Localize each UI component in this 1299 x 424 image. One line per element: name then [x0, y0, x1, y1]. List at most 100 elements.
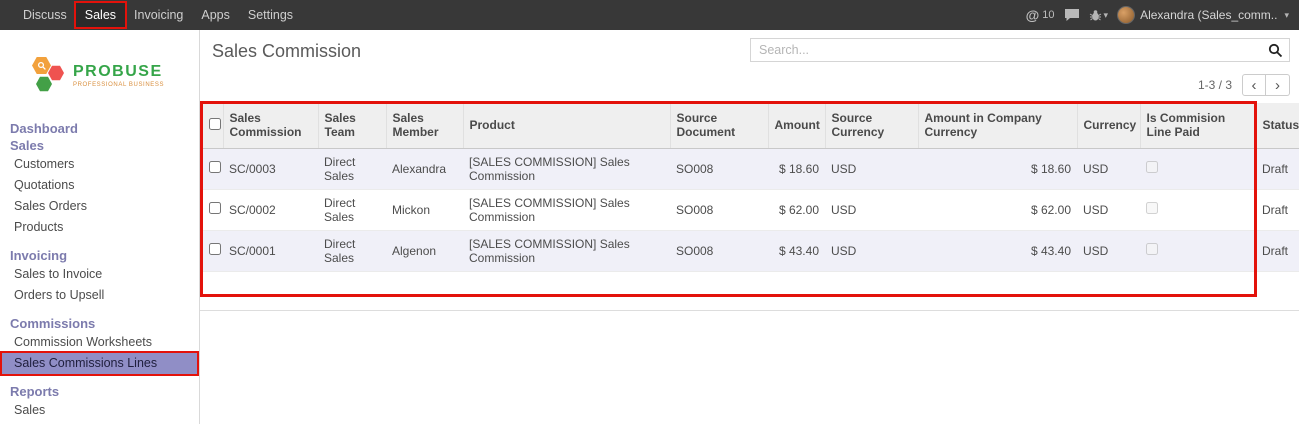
paid-checkbox [1146, 243, 1158, 255]
cell-source-currency: USD [825, 189, 918, 230]
sidebar-item-quotations[interactable]: Quotations [0, 175, 199, 196]
row-select-checkbox[interactable] [209, 202, 221, 214]
cell-team: Direct Sales [318, 189, 386, 230]
cell-currency: USD [1077, 230, 1140, 271]
app-window: Discuss Sales Invoicing Apps Settings @ … [0, 0, 1299, 424]
cell-member: Mickon [386, 189, 463, 230]
caret-down-icon: ▾ [1104, 10, 1109, 21]
mention-count: 10 [1042, 9, 1054, 21]
menu-sales[interactable]: Sales [76, 3, 125, 27]
topbar-right: @ 10 ▾ Alexandra (Sales_comm.. ▾ [1026, 6, 1299, 24]
main-content: Sales Commission 1-3 / 3 ‹ › [200, 30, 1299, 424]
brand-logo: PROBUSE PROFESSIONAL BUSINESS [0, 30, 199, 120]
cell-team: Direct Sales [318, 230, 386, 271]
sidebar-section-commissions[interactable]: Commissions [0, 315, 199, 332]
search-icon[interactable] [1261, 39, 1289, 61]
cell-company-amount: $ 62.00 [918, 189, 1077, 230]
brand-logo-icon [32, 55, 66, 95]
column-header-sales-team[interactable]: Sales Team [318, 103, 386, 148]
chevron-right-icon: › [1275, 77, 1280, 94]
chevron-left-icon: ‹ [1252, 77, 1257, 94]
sidebar-item-sales-to-invoice[interactable]: Sales to Invoice [0, 264, 199, 285]
user-menu[interactable]: Alexandra (Sales_comm.. ▾ [1117, 6, 1289, 24]
mention-counter[interactable]: @ 10 [1026, 7, 1055, 23]
mention-icon: @ [1026, 7, 1040, 23]
sidebar-section-reports[interactable]: Reports [0, 383, 199, 400]
cell-currency: USD [1077, 148, 1140, 189]
column-header-product[interactable]: Product [463, 103, 670, 148]
cell-name: SC/0001 [223, 230, 318, 271]
cell-status: Draft [1256, 148, 1299, 189]
cell-currency: USD [1077, 189, 1140, 230]
table-header-row: Sales Commission Sales Team Sales Member… [203, 103, 1299, 148]
caret-down-icon: ▾ [1284, 10, 1289, 21]
page-title: Sales Commission [212, 41, 361, 62]
cell-source: SO008 [670, 230, 768, 271]
search-input[interactable] [751, 43, 1261, 57]
hexagon-magnifier-icon [32, 56, 51, 75]
menu-discuss[interactable]: Discuss [14, 0, 76, 30]
table-row[interactable]: SC/0002 Direct Sales Mickon [SALES COMMI… [203, 189, 1299, 230]
menu-invoicing[interactable]: Invoicing [125, 0, 192, 30]
column-header-amount[interactable]: Amount [768, 103, 825, 148]
user-name: Alexandra (Sales_comm.. [1140, 8, 1277, 22]
column-header-sales-member[interactable]: Sales Member [386, 103, 463, 148]
topbar: Discuss Sales Invoicing Apps Settings @ … [0, 0, 1299, 30]
cell-product: [SALES COMMISSION] Sales Commission [463, 148, 670, 189]
column-header-source-currency[interactable]: Source Currency [825, 103, 918, 148]
commission-list: Sales Commission Sales Team Sales Member… [203, 103, 1299, 272]
sidebar-section-invoicing[interactable]: Invoicing [0, 247, 199, 264]
cell-status: Draft [1256, 230, 1299, 271]
sidebar: PROBUSE PROFESSIONAL BUSINESS Dashboard … [0, 30, 200, 424]
pager-buttons: ‹ › [1242, 74, 1290, 96]
column-header-sales-commission[interactable]: Sales Commission [223, 103, 318, 148]
cell-amount: $ 43.40 [768, 230, 825, 271]
sidebar-item-commission-worksheets[interactable]: Commission Worksheets [0, 332, 199, 353]
pager-next-button[interactable]: › [1266, 74, 1290, 96]
sidebar-section-dashboard[interactable]: Dashboard [0, 120, 199, 137]
cell-name: SC/0003 [223, 148, 318, 189]
cell-source: SO008 [670, 148, 768, 189]
brand-name: PROBUSE [73, 63, 164, 81]
pager-prev-button[interactable]: ‹ [1242, 74, 1266, 96]
cell-source-currency: USD [825, 148, 918, 189]
debug-icon[interactable]: ▾ [1089, 9, 1109, 22]
messages-icon[interactable] [1064, 8, 1080, 22]
cell-team: Direct Sales [318, 148, 386, 189]
sidebar-item-customers[interactable]: Customers [0, 154, 199, 175]
column-header-status[interactable]: Status [1256, 103, 1299, 148]
cell-company-amount: $ 18.60 [918, 148, 1077, 189]
table-row[interactable]: SC/0003 Direct Sales Alexandra [SALES CO… [203, 148, 1299, 189]
sidebar-item-orders-to-upsell[interactable]: Orders to Upsell [0, 285, 199, 306]
paid-checkbox [1146, 161, 1158, 173]
column-header-source-document[interactable]: Source Document [670, 103, 768, 148]
sidebar-item-reports-sales[interactable]: Sales [0, 400, 199, 421]
column-header-is-commission-line-paid[interactable]: Is Commision Line Paid [1140, 103, 1256, 148]
column-header-amount-company-currency[interactable]: Amount in Company Currency [918, 103, 1077, 148]
cell-amount: $ 18.60 [768, 148, 825, 189]
column-header-currency[interactable]: Currency [1077, 103, 1140, 148]
pager-range: 1-3 / 3 [1198, 78, 1232, 92]
brand-text: PROBUSE PROFESSIONAL BUSINESS [73, 63, 164, 88]
menu-apps[interactable]: Apps [192, 0, 239, 30]
sidebar-item-sales-commissions-lines[interactable]: Sales Commissions Lines [2, 353, 197, 374]
row-select-checkbox[interactable] [209, 161, 221, 173]
menu-settings[interactable]: Settings [239, 0, 302, 30]
sidebar-item-products[interactable]: Products [0, 217, 199, 238]
paid-checkbox [1146, 202, 1158, 214]
cell-product: [SALES COMMISSION] Sales Commission [463, 189, 670, 230]
row-select-checkbox[interactable] [209, 243, 221, 255]
commission-table: Sales Commission Sales Team Sales Member… [203, 103, 1299, 272]
cell-amount: $ 62.00 [768, 189, 825, 230]
cell-company-amount: $ 43.40 [918, 230, 1077, 271]
sidebar-nav: Dashboard Sales Customers Quotations Sal… [0, 120, 199, 421]
table-row[interactable]: SC/0001 Direct Sales Algenon [SALES COMM… [203, 230, 1299, 271]
cell-name: SC/0002 [223, 189, 318, 230]
cell-member: Alexandra [386, 148, 463, 189]
sidebar-item-sales-orders[interactable]: Sales Orders [0, 196, 199, 217]
cell-source: SO008 [670, 189, 768, 230]
sidebar-section-sales[interactable]: Sales [0, 137, 199, 154]
cell-status: Draft [1256, 189, 1299, 230]
pager: 1-3 / 3 ‹ › [1198, 74, 1290, 96]
select-all-checkbox[interactable] [209, 118, 221, 130]
